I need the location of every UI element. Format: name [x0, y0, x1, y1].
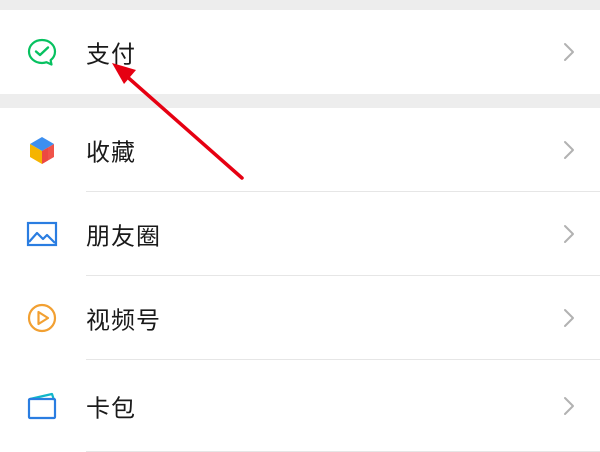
menu-item-pay-label: 支付 [86, 40, 136, 69]
menu-item-card-wallet-label: 卡包 [86, 394, 136, 423]
top-gap [0, 0, 600, 10]
menu-item-card-wallet[interactable]: 卡包 [0, 360, 600, 452]
section-gap [0, 94, 600, 108]
chevron-right-icon [564, 397, 574, 415]
menu-item-moments[interactable]: 朋友圈 [0, 192, 600, 276]
wechat-pay-icon [26, 36, 58, 68]
chevron-right-icon [564, 141, 574, 159]
favorites-cube-icon [26, 134, 58, 166]
pay-group: 支付 [0, 10, 600, 94]
card-wallet-icon [26, 390, 58, 422]
menu-item-favorites[interactable]: 收藏 [0, 108, 600, 192]
menu-item-favorites-label: 收藏 [86, 138, 136, 167]
menu-item-moments-label: 朋友圈 [86, 222, 161, 251]
chevron-right-icon [564, 43, 574, 61]
channels-play-icon [26, 302, 58, 334]
menu-item-channels[interactable]: 视频号 [0, 276, 600, 360]
chevron-right-icon [564, 309, 574, 327]
menu-item-channels-label: 视频号 [86, 306, 161, 335]
services-group: 收藏 朋友圈 视频号 卡包 [0, 108, 600, 452]
moments-image-icon [26, 218, 58, 250]
menu-item-pay[interactable]: 支付 [0, 10, 600, 94]
chevron-right-icon [564, 225, 574, 243]
